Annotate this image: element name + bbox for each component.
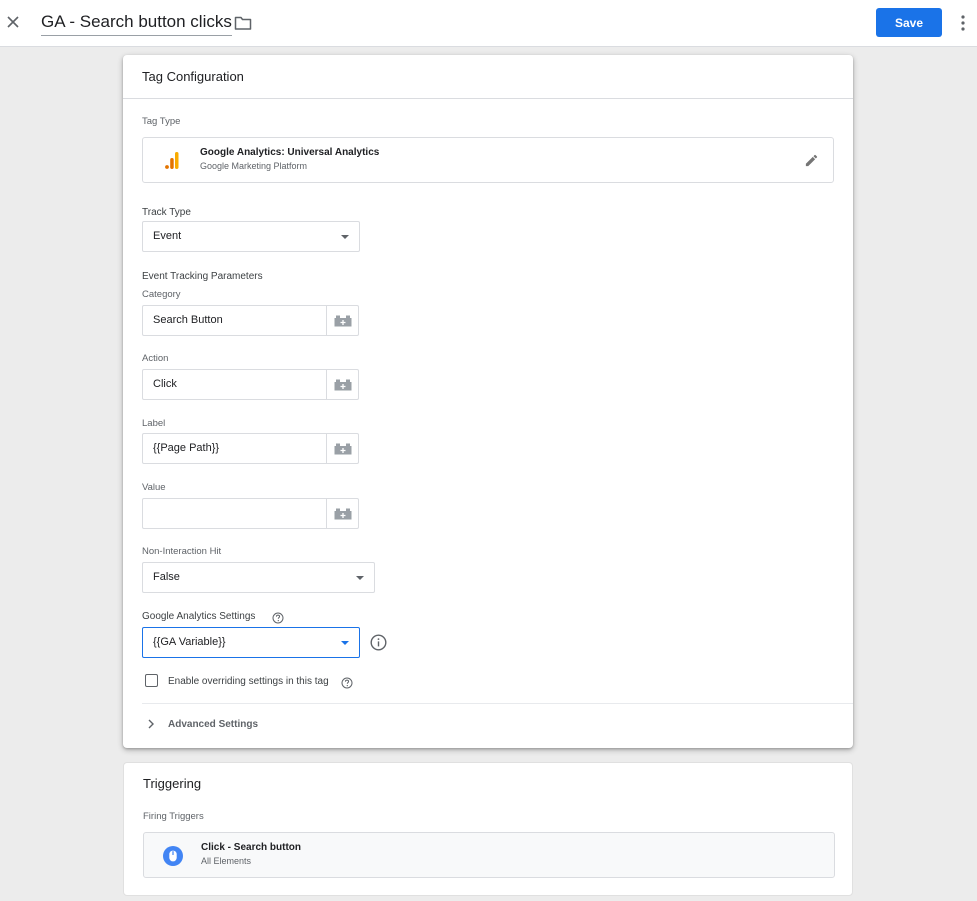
label-field-label: Label xyxy=(142,418,166,429)
firing-trigger-item[interactable]: Click - Search button All Elements xyxy=(143,832,835,878)
tag-configuration-card: Tag Configuration Tag Type Google Analyt… xyxy=(123,55,853,748)
top-bar: GA - Search button clicks Save xyxy=(0,0,977,47)
dropdown-arrow-icon xyxy=(341,235,349,239)
ga-settings-label: Google Analytics Settings xyxy=(142,611,256,622)
variable-block-icon xyxy=(334,315,352,327)
track-type-value: Event xyxy=(153,230,182,242)
help-icon[interactable] xyxy=(341,677,353,689)
value-label: Value xyxy=(142,482,166,493)
category-value: Search Button xyxy=(153,314,223,326)
triggering-title: Triggering xyxy=(143,776,202,791)
ga-settings-select[interactable]: {{GA Variable}} xyxy=(142,627,360,658)
click-trigger-icon xyxy=(163,846,183,866)
trigger-name: Click - Search button xyxy=(201,842,302,853)
non-interaction-value: False xyxy=(153,571,180,583)
firing-triggers-label: Firing Triggers xyxy=(143,811,204,822)
tag-type-name: Google Analytics: Universal Analytics xyxy=(200,147,380,158)
tag-name-title[interactable]: GA - Search button clicks xyxy=(41,12,232,36)
pencil-icon[interactable] xyxy=(804,153,819,168)
ga-settings-value: {{GA Variable}} xyxy=(153,636,226,648)
tag-type-vendor: Google Marketing Platform xyxy=(200,161,308,171)
override-settings-checkbox[interactable] xyxy=(145,674,158,687)
triggering-card: Triggering Firing Triggers Click - Searc… xyxy=(123,762,853,896)
track-type-select[interactable]: Event xyxy=(142,221,360,252)
folder-icon[interactable] xyxy=(234,15,252,31)
variable-picker-button[interactable] xyxy=(326,370,358,399)
variable-picker-button[interactable] xyxy=(326,306,358,335)
close-icon[interactable] xyxy=(3,12,23,32)
dropdown-arrow-icon xyxy=(341,641,349,645)
event-params-heading: Event Tracking Parameters xyxy=(142,271,263,282)
category-input[interactable]: Search Button xyxy=(142,305,359,336)
dropdown-arrow-icon xyxy=(356,576,364,580)
tag-type-box[interactable]: Google Analytics: Universal Analytics Go… xyxy=(142,137,834,183)
tag-configuration-title: Tag Configuration xyxy=(142,69,244,84)
action-input[interactable]: Click xyxy=(142,369,359,400)
variable-picker-button[interactable] xyxy=(326,499,358,528)
variable-picker-button[interactable] xyxy=(326,434,358,463)
value-input[interactable] xyxy=(142,498,359,529)
label-value: {{Page Path}} xyxy=(153,442,220,454)
variable-block-icon xyxy=(334,379,352,391)
chevron-right-icon xyxy=(148,719,154,729)
info-icon[interactable] xyxy=(370,634,387,651)
help-icon[interactable] xyxy=(272,612,284,624)
header-divider xyxy=(123,98,853,99)
variable-block-icon xyxy=(334,508,352,520)
advanced-settings-label: Advanced Settings xyxy=(168,719,259,730)
more-vert-icon[interactable] xyxy=(960,13,966,33)
variable-block-icon xyxy=(334,443,352,455)
non-interaction-select[interactable]: False xyxy=(142,562,375,593)
non-interaction-label: Non-Interaction Hit xyxy=(142,546,222,557)
trigger-sub: All Elements xyxy=(201,856,252,866)
google-analytics-icon xyxy=(165,152,179,169)
category-label: Category xyxy=(142,289,181,300)
track-type-label: Track Type xyxy=(142,207,191,218)
tag-type-label: Tag Type xyxy=(142,116,181,127)
advanced-divider xyxy=(142,703,853,704)
action-label: Action xyxy=(142,353,169,364)
save-button[interactable]: Save xyxy=(876,8,942,37)
override-settings-label: Enable overriding settings in this tag xyxy=(168,676,329,687)
action-value: Click xyxy=(153,378,177,390)
label-input[interactable]: {{Page Path}} xyxy=(142,433,359,464)
